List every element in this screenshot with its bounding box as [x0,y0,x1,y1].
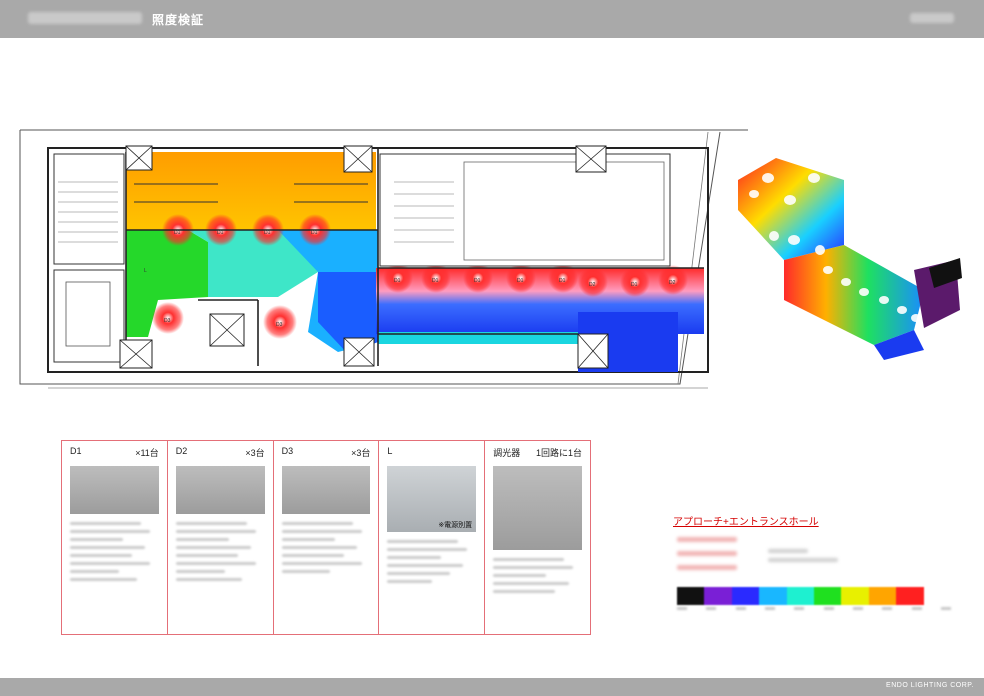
legend-text-blurred [768,549,808,553]
scale-swatch [759,587,787,605]
fixture-quantity: ×11台 [135,448,159,458]
plan-label-d2: D2 [669,280,676,286]
scale-labels-blurred [677,607,951,613]
legend-text-blurred [677,551,737,556]
legend-title: アプローチ+エントランスホール [673,517,819,528]
downlight-photo [281,466,371,514]
project-name-blurred [28,12,142,24]
plan-label-d1: D1 [517,278,524,284]
floor-plan-heatmap: D1 D1 D1 D1 D1 D1 D1 D1 D1 D2 D1 D2 D3 D… [19,129,748,389]
fixture-name: D2 [175,446,188,456]
plan-label-d1: D1 [631,282,638,288]
scale-swatch [704,587,732,605]
fixture-card: D3 ×3台 [274,441,380,634]
plan-label-d1: D1 [311,230,318,236]
scale-swatch [868,587,897,605]
plan-label-d1: D1 [264,230,271,236]
spec-text-blurred [281,522,371,573]
fixture-card: D2 ×3台 [168,441,274,634]
fixture-quantity: 1回路に1台 [535,448,582,458]
scale-swatch [841,587,869,605]
plan-label-d1: D1 [559,278,566,284]
spec-text-blurred [70,522,159,581]
company-name: ENDO LIGHTING CORP. [886,682,974,689]
scale-swatch [677,587,705,605]
led-strip-photo: ※電源別置 [387,466,477,532]
fixture-quantity: ×3台 [351,448,371,458]
scale-swatch [923,587,952,605]
downlight-photo [175,466,265,514]
legend-text-blurred [677,537,737,542]
fixture-name: D1 [70,446,82,456]
plan-label-d1: D1 [174,230,181,236]
scale-swatch [786,587,815,605]
spec-text-blurred [175,522,265,581]
power-supply-note: ※電源別置 [438,522,473,529]
plan-label-d1: D1 [217,230,224,236]
plan-label-d3: D3 [276,322,283,328]
fixture-name: D3 [281,446,294,456]
page-date-blurred [910,13,954,23]
plan-label-d1: D1 [474,278,481,284]
footer-bar: ENDO LIGHTING CORP. [0,678,984,696]
plan-label-d2: D2 [589,282,596,288]
fixture-quantity: ×3台 [245,448,265,458]
fixture-card: L ※電源別置 [379,441,486,634]
legend-text-blurred [677,565,737,570]
header-bar: 照度検証 [0,0,984,38]
downlight-photo [70,466,159,514]
scale-swatch [896,587,924,605]
spec-text-blurred [387,540,476,583]
plan-label-l: L [144,268,147,274]
plan-label-d1: D1 [394,278,401,284]
legend-text-blurred [768,558,838,562]
illuminance-color-scale [677,587,952,605]
fixture-card: D1 ×11台 [62,441,168,634]
fixture-spec-panel: D1 ×11台 D2 ×3台 D3 ×3台 L ※電源別置 調光器 1回路に1台 [61,440,591,635]
page-title: 照度検証 [152,13,205,27]
fixture-name: L [387,446,393,456]
plan-label-d1: D1 [432,278,439,284]
scale-swatch [731,587,760,605]
isometric-illuminance-view [738,158,962,360]
spec-text-blurred [493,558,582,593]
scale-swatch [814,587,842,605]
fixture-card: 調光器 1回路に1台 [485,441,590,634]
plan-label-d3: D3 [164,318,171,324]
dimmer-photo [493,466,582,550]
fixture-name: 調光器 [493,448,521,458]
